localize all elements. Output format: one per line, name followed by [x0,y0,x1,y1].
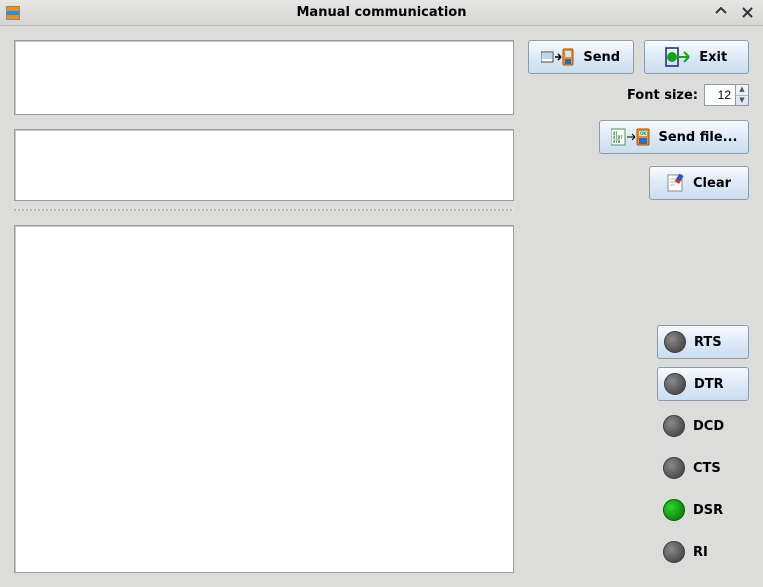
signal-label: DCD [693,419,724,434]
left-column [14,40,514,573]
send-file-button[interactable]: AT ATDT ATH OK Send file... [599,120,749,154]
font-size-label: Font size: [627,88,698,103]
font-size-down[interactable]: ▼ [736,96,748,106]
signal-label: DSR [693,503,723,518]
send-file-icon: AT ATDT ATH OK [611,127,651,147]
signal-dcd: DCD [657,409,749,443]
send-button-label: Send [583,50,620,65]
signal-panel: RTS DTR DCD CTS DSR RI [528,325,749,573]
titlebar: Manual communication [0,0,763,26]
send-icon [541,47,575,67]
svg-text:OK: OK [640,131,647,136]
send-button[interactable]: Send [528,40,634,74]
signal-lamp-icon [663,541,685,563]
signal-cts: CTS [657,451,749,485]
window-title: Manual communication [0,5,763,20]
right-column: Send Exit Font size: [528,40,749,573]
signal-lamp-icon [663,499,685,521]
clear-button[interactable]: Clear [649,166,749,200]
signal-label: RI [693,545,708,560]
app-icon [6,6,20,20]
font-size-up[interactable]: ▲ [736,85,748,96]
signal-label: DTR [694,377,724,392]
client-area: Send Exit Font size: [0,26,763,587]
exit-button[interactable]: Exit [644,40,750,74]
clear-button-label: Clear [693,176,731,191]
send-text-input[interactable] [14,40,514,115]
clear-icon [667,174,685,192]
signal-dsr: DSR [657,493,749,527]
signal-lamp-icon [664,373,686,395]
pane-separator[interactable] [14,209,514,211]
font-size-row: Font size: ▲ ▼ [528,84,749,106]
signal-rts[interactable]: RTS [657,325,749,359]
send-file-button-label: Send file... [659,130,738,145]
signal-label: CTS [693,461,721,476]
log-output[interactable] [14,225,514,573]
svg-text:ATH: ATH [613,139,621,144]
signal-lamp-icon [664,331,686,353]
exit-button-label: Exit [699,50,727,65]
signal-dtr[interactable]: DTR [657,367,749,401]
signal-lamp-icon [663,457,685,479]
signal-label: RTS [694,335,722,350]
exit-icon [665,47,691,67]
echo-output[interactable] [14,129,514,201]
close-button[interactable] [739,5,755,21]
window: Manual communication [0,0,763,587]
signal-lamp-icon [663,415,685,437]
signal-ri: RI [657,535,749,569]
minimize-button[interactable] [713,5,729,21]
font-size-spinner[interactable]: ▲ ▼ [704,84,749,106]
font-size-input[interactable] [704,84,736,106]
